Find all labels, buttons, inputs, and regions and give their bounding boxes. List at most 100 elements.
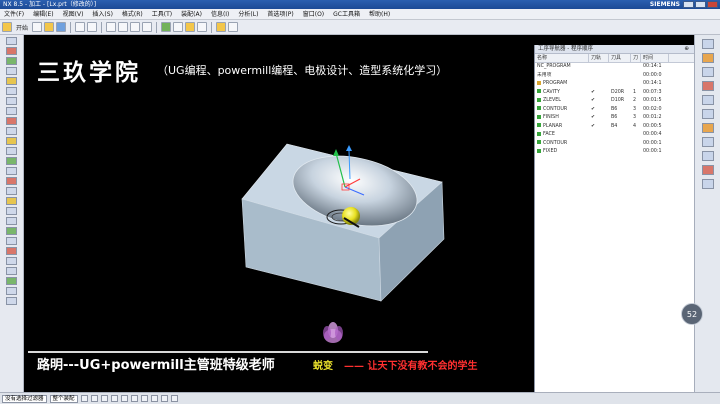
history-icon[interactable] xyxy=(702,123,714,133)
part-navigator-icon[interactable] xyxy=(702,53,714,63)
minimize-icon[interactable] xyxy=(683,1,694,8)
output-cls-icon[interactable] xyxy=(6,197,17,205)
graphics-window[interactable]: 三玖学院 （UG编程、powermill编程、电极设计、造型系统化学习） 路明-… xyxy=(24,35,532,392)
menu-window[interactable]: 窗口(O) xyxy=(303,9,324,19)
menu-info[interactable]: 信息(I) xyxy=(211,9,229,19)
copy-icon[interactable] xyxy=(118,22,129,32)
point-on-curve-icon[interactable] xyxy=(160,395,168,402)
start-icon[interactable] xyxy=(2,22,12,32)
save-icon[interactable] xyxy=(56,22,67,32)
menu-gc-toolbox[interactable]: GC工具箱 xyxy=(333,9,360,19)
machine-navigator-icon[interactable] xyxy=(702,81,714,91)
existing-point-icon[interactable] xyxy=(150,395,158,402)
end-point-icon[interactable] xyxy=(90,395,98,402)
close-icon[interactable] xyxy=(707,1,718,8)
postprocess-side-icon[interactable] xyxy=(6,177,17,185)
center-point-icon[interactable] xyxy=(130,395,138,402)
lock-icon[interactable] xyxy=(6,257,17,265)
snap-icon[interactable] xyxy=(6,287,17,295)
intersection-icon[interactable] xyxy=(120,395,128,402)
navigator-row[interactable]: CAVITY ✔ D20R 1 00:07:3 xyxy=(535,89,694,98)
menu-assembly[interactable]: 装配(A) xyxy=(181,9,202,19)
reuse-library-icon[interactable] xyxy=(702,95,714,105)
orient-view-icon[interactable] xyxy=(228,22,239,32)
geometry-view-icon[interactable] xyxy=(6,107,17,115)
create-method-icon[interactable] xyxy=(6,67,17,75)
redo-icon[interactable] xyxy=(87,22,98,32)
navigator-row[interactable]: CONTOUR ✔ B6 3 00:02:0 xyxy=(535,106,694,115)
maximize-icon[interactable] xyxy=(695,1,706,8)
menu-preferences[interactable]: 首选项(P) xyxy=(267,9,293,19)
control-point-icon[interactable] xyxy=(110,395,118,402)
analysis-icon[interactable] xyxy=(6,267,17,275)
navigator-row[interactable]: CONTOUR 00:00:1 xyxy=(535,140,694,149)
machine-tool-view-icon[interactable] xyxy=(6,97,17,105)
navigator-row[interactable]: PLANAR ✔ B4 4 00:00:5 xyxy=(535,123,694,132)
navigator-row[interactable]: FIXED 00:00:1 xyxy=(535,148,694,157)
menu-format[interactable]: 格式(R) xyxy=(122,9,143,19)
quadrant-icon[interactable] xyxy=(140,395,148,402)
create-tool-icon[interactable] xyxy=(6,47,17,55)
snap-point-icon[interactable] xyxy=(80,395,88,402)
cavity-block-model[interactable] xyxy=(24,35,532,392)
edit-object-icon[interactable] xyxy=(6,127,17,135)
navigator-row[interactable]: PROGRAM 00:14:1 xyxy=(535,80,694,89)
col-tool[interactable]: 刀具 xyxy=(609,54,631,62)
point-on-face-icon[interactable] xyxy=(170,395,178,402)
cut-icon[interactable] xyxy=(106,22,117,32)
generate-icon[interactable] xyxy=(6,137,17,145)
shop-documentation-icon[interactable] xyxy=(6,187,17,195)
display-object-icon[interactable] xyxy=(6,217,17,225)
verify-icon[interactable] xyxy=(173,22,184,32)
selection-filter-dropdown[interactable]: 没有选择过滤器 xyxy=(2,394,47,403)
col-path[interactable]: 刀轨 xyxy=(589,54,609,62)
verify-toolpath-icon[interactable] xyxy=(6,157,17,165)
generate-path-icon[interactable] xyxy=(161,22,172,32)
navigator-row[interactable]: 未用项 00:00:0 xyxy=(535,72,694,81)
navigator-row[interactable]: FACE 00:00:4 xyxy=(535,131,694,140)
replay-icon[interactable] xyxy=(6,147,17,155)
navigator-row[interactable]: ZLEVEL ✔ D10R 2 00:01:5 xyxy=(535,97,694,106)
menu-tools[interactable]: 工具(T) xyxy=(152,9,172,19)
menu-file[interactable]: 文件(F) xyxy=(4,9,24,19)
delete-icon[interactable] xyxy=(142,22,153,32)
navigator-row[interactable]: NC_PROGRAM 00:14:1 xyxy=(535,63,694,72)
more-tools-icon[interactable] xyxy=(6,297,17,305)
create-program-icon[interactable] xyxy=(6,37,17,45)
new-file-icon[interactable] xyxy=(32,22,43,32)
postprocess-icon[interactable] xyxy=(185,22,196,32)
list-toolpath-icon[interactable] xyxy=(6,167,17,175)
check-gouge-icon[interactable] xyxy=(6,227,17,235)
process-studio-icon[interactable] xyxy=(702,151,714,161)
open-folder-icon[interactable] xyxy=(44,22,55,32)
web-browser-icon[interactable] xyxy=(702,109,714,119)
shop-doc-icon[interactable] xyxy=(197,22,208,32)
transform-icon[interactable] xyxy=(6,207,17,215)
menu-analysis[interactable]: 分析(L) xyxy=(238,9,258,19)
col-tool-number[interactable]: 刀 xyxy=(631,54,641,62)
menu-help[interactable]: 帮助(H) xyxy=(369,9,390,19)
col-time[interactable]: 时间 xyxy=(641,54,669,62)
program-order-view-icon[interactable] xyxy=(6,87,17,95)
feed-rate-icon[interactable] xyxy=(6,247,17,255)
menu-insert[interactable]: 插入(S) xyxy=(92,9,113,19)
system-materials-icon[interactable] xyxy=(702,137,714,147)
tool-list-icon[interactable] xyxy=(6,237,17,245)
mid-point-icon[interactable] xyxy=(100,395,108,402)
paste-icon[interactable] xyxy=(130,22,141,32)
navigator-row[interactable]: FINISH ✔ B6 3 00:01:2 xyxy=(535,114,694,123)
menu-view[interactable]: 视图(V) xyxy=(63,9,84,19)
assembly-navigator-icon[interactable] xyxy=(702,39,714,49)
pin-icon[interactable]: ⊕ xyxy=(684,45,689,54)
method-view-icon[interactable] xyxy=(6,117,17,125)
selection-scope-dropdown[interactable]: 整个装配 xyxy=(49,394,78,403)
system-scenes-icon[interactable] xyxy=(702,179,714,189)
menu-edit[interactable]: 编辑(E) xyxy=(33,9,53,19)
create-geometry-icon[interactable] xyxy=(6,57,17,65)
undo-icon[interactable] xyxy=(75,22,86,32)
roles-icon[interactable] xyxy=(702,165,714,175)
start-menu-button[interactable]: 开始 xyxy=(16,23,28,32)
display-mode-icon[interactable] xyxy=(216,22,227,32)
layer-icon[interactable] xyxy=(6,277,17,285)
create-operation-icon[interactable] xyxy=(6,77,17,85)
